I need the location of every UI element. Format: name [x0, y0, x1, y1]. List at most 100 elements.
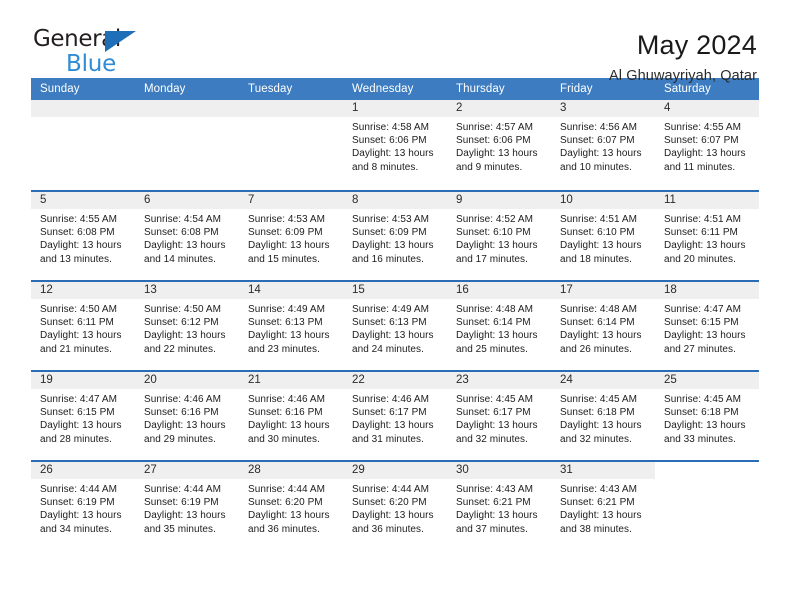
- day-number: 19: [31, 372, 135, 389]
- daylight-text-line2: and 33 minutes.: [664, 433, 736, 445]
- day-details: Sunrise: 4:51 AM Sunset: 6:10 PM Daylight:…: [551, 209, 655, 266]
- weekday-header-saturday: Saturday: [664, 83, 711, 95]
- sunset-text: Sunset: 6:19 PM: [40, 497, 115, 509]
- day-details: Sunrise: 4:57 AM Sunset: 6:06 PM Daylight:…: [447, 117, 551, 174]
- calendar-day-cell[interactable]: 17 Sunrise: 4:48 AM Sunset: 6:14 PM Dayligh…: [551, 282, 655, 370]
- sunset-text: Sunset: 6:07 PM: [664, 135, 739, 147]
- day-details: Sunrise: 4:53 AM Sunset: 6:09 PM Daylight:…: [239, 209, 343, 266]
- daylight-text-line1: Daylight: 13 hours: [560, 420, 642, 432]
- sunset-text: Sunset: 6:13 PM: [248, 317, 323, 329]
- sunset-text: Sunset: 6:16 PM: [144, 407, 219, 419]
- daylight-text-line2: and 11 minutes.: [664, 161, 736, 173]
- day-details: Sunrise: 4:48 AM Sunset: 6:14 PM Daylight:…: [447, 299, 551, 356]
- calendar-day-cell[interactable]: 4 Sunrise: 4:55 AM Sunset: 6:07 PM Daylight…: [655, 100, 759, 190]
- day-number: [31, 100, 135, 117]
- day-number: 15: [343, 282, 447, 299]
- calendar-day-cell[interactable]: 5 Sunrise: 4:55 AM Sunset: 6:08 PM Daylight…: [31, 192, 135, 280]
- calendar-day-cell[interactable]: 29 Sunrise: 4:44 AM Sunset: 6:20 PM Dayligh…: [343, 462, 447, 550]
- calendar-day-cell[interactable]: 16 Sunrise: 4:48 AM Sunset: 6:14 PM Dayligh…: [447, 282, 551, 370]
- sunrise-text: Sunrise: 4:49 AM: [352, 304, 429, 315]
- daylight-text-line1: Daylight: 13 hours: [248, 330, 330, 342]
- sunrise-text: Sunrise: 4:52 AM: [456, 214, 533, 225]
- day-number: 6: [135, 192, 239, 209]
- day-number: 23: [447, 372, 551, 389]
- sunset-text: Sunset: 6:17 PM: [352, 407, 427, 419]
- calendar-day-cell[interactable]: 14 Sunrise: 4:49 AM Sunset: 6:13 PM Dayligh…: [239, 282, 343, 370]
- calendar-day-cell[interactable]: 22 Sunrise: 4:46 AM Sunset: 6:17 PM Dayligh…: [343, 372, 447, 460]
- daylight-text-line2: and 31 minutes.: [352, 433, 424, 445]
- sunrise-text: Sunrise: 4:48 AM: [456, 304, 533, 315]
- calendar-day-cell[interactable]: 2 Sunrise: 4:57 AM Sunset: 6:06 PM Daylight…: [447, 100, 551, 190]
- calendar-day-cell[interactable]: 12 Sunrise: 4:50 AM Sunset: 6:11 PM Dayligh…: [31, 282, 135, 370]
- sunset-text: Sunset: 6:10 PM: [456, 227, 531, 239]
- weekday-header-wednesday: Wednesday: [352, 83, 414, 95]
- day-details: Sunrise: 4:50 AM Sunset: 6:12 PM Daylight:…: [135, 299, 239, 356]
- day-details: Sunrise: 4:54 AM Sunset: 6:08 PM Daylight:…: [135, 209, 239, 266]
- day-details: Sunrise: 4:43 AM Sunset: 6:21 PM Daylight:…: [551, 479, 655, 536]
- calendar-day-cell[interactable]: 15 Sunrise: 4:49 AM Sunset: 6:13 PM Dayligh…: [343, 282, 447, 370]
- day-number: 20: [135, 372, 239, 389]
- calendar-day-cell[interactable]: 27 Sunrise: 4:44 AM Sunset: 6:19 PM Dayligh…: [135, 462, 239, 550]
- sunrise-text: Sunrise: 4:51 AM: [664, 214, 741, 225]
- day-number: 18: [655, 282, 759, 299]
- day-number-placeholder: [655, 462, 759, 479]
- calendar-day-cell[interactable]: 24 Sunrise: 4:45 AM Sunset: 6:18 PM Dayligh…: [551, 372, 655, 460]
- daylight-text-line2: and 9 minutes.: [456, 161, 523, 173]
- sunset-text: Sunset: 6:09 PM: [352, 227, 427, 239]
- daylight-text-line1: Daylight: 13 hours: [40, 420, 122, 432]
- daylight-text-line2: and 36 minutes.: [248, 523, 320, 535]
- daylight-text-line1: Daylight: 13 hours: [664, 330, 746, 342]
- calendar-day-cell[interactable]: 9 Sunrise: 4:52 AM Sunset: 6:10 PM Daylight…: [447, 192, 551, 280]
- sunrise-text: Sunrise: 4:45 AM: [664, 394, 741, 405]
- calendar-day-cell[interactable]: 30 Sunrise: 4:43 AM Sunset: 6:21 PM Dayligh…: [447, 462, 551, 550]
- sunrise-text: Sunrise: 4:43 AM: [560, 484, 637, 495]
- sunrise-text: Sunrise: 4:53 AM: [248, 214, 325, 225]
- sunset-text: Sunset: 6:15 PM: [40, 407, 115, 419]
- daylight-text-line1: Daylight: 13 hours: [144, 420, 226, 432]
- calendar-weeks: 1 Sunrise: 4:58 AM Sunset: 6:06 PM Daylight…: [31, 100, 759, 550]
- calendar-day-cell[interactable]: 10 Sunrise: 4:51 AM Sunset: 6:10 PM Dayligh…: [551, 192, 655, 280]
- calendar-day-cell[interactable]: 18 Sunrise: 4:47 AM Sunset: 6:15 PM Dayligh…: [655, 282, 759, 370]
- calendar-day-cell[interactable]: 11 Sunrise: 4:51 AM Sunset: 6:11 PM Dayligh…: [655, 192, 759, 280]
- calendar-day-cell[interactable]: 7 Sunrise: 4:53 AM Sunset: 6:09 PM Daylight…: [239, 192, 343, 280]
- calendar-day-cell[interactable]: 26 Sunrise: 4:44 AM Sunset: 6:19 PM Dayligh…: [31, 462, 135, 550]
- sunset-text: Sunset: 6:08 PM: [144, 227, 219, 239]
- calendar-day-cell[interactable]: 23 Sunrise: 4:45 AM Sunset: 6:17 PM Dayligh…: [447, 372, 551, 460]
- weekday-header-friday: Friday: [560, 83, 593, 95]
- calendar-day-cell[interactable]: 28 Sunrise: 4:44 AM Sunset: 6:20 PM Dayligh…: [239, 462, 343, 550]
- daylight-text-line1: Daylight: 13 hours: [352, 510, 434, 522]
- calendar-day-cell[interactable]: 31 Sunrise: 4:43 AM Sunset: 6:21 PM Dayligh…: [551, 462, 655, 550]
- calendar-day-cell[interactable]: 19 Sunrise: 4:47 AM Sunset: 6:15 PM Dayligh…: [31, 372, 135, 460]
- calendar-day-cell[interactable]: 8 Sunrise: 4:53 AM Sunset: 6:09 PM Daylight…: [343, 192, 447, 280]
- calendar-day-cell[interactable]: 3 Sunrise: 4:56 AM Sunset: 6:07 PM Daylight…: [551, 100, 655, 190]
- calendar-day-cell[interactable]: 6 Sunrise: 4:54 AM Sunset: 6:08 PM Daylight…: [135, 192, 239, 280]
- daylight-text-line1: Daylight: 13 hours: [352, 420, 434, 432]
- day-details: Sunrise: 4:49 AM Sunset: 6:13 PM Daylight:…: [239, 299, 343, 356]
- sunset-text: Sunset: 6:10 PM: [560, 227, 635, 239]
- day-details: Sunrise: 4:52 AM Sunset: 6:10 PM Daylight:…: [447, 209, 551, 266]
- calendar-day-cell[interactable]: 13 Sunrise: 4:50 AM Sunset: 6:12 PM Dayligh…: [135, 282, 239, 370]
- daylight-text-line1: Daylight: 13 hours: [144, 240, 226, 252]
- day-number: 1: [343, 100, 447, 117]
- day-number: 21: [239, 372, 343, 389]
- sunrise-text: Sunrise: 4:48 AM: [560, 304, 637, 315]
- day-number: 24: [551, 372, 655, 389]
- calendar-day-cell[interactable]: 25 Sunrise: 4:45 AM Sunset: 6:18 PM Dayligh…: [655, 372, 759, 460]
- day-number: 26: [31, 462, 135, 479]
- calendar-day-cell[interactable]: 1 Sunrise: 4:58 AM Sunset: 6:06 PM Daylight…: [343, 100, 447, 190]
- page-header: General Blue May 2024 Al Ghuwayriyah, Qa…: [0, 0, 792, 85]
- calendar-day-cell[interactable]: 21 Sunrise: 4:46 AM Sunset: 6:16 PM Dayligh…: [239, 372, 343, 460]
- daylight-text-line1: Daylight: 13 hours: [456, 420, 538, 432]
- daylight-text-line1: Daylight: 13 hours: [456, 240, 538, 252]
- general-blue-logo[interactable]: General Blue: [33, 28, 163, 80]
- day-details: Sunrise: 4:45 AM Sunset: 6:18 PM Daylight:…: [655, 389, 759, 446]
- daylight-text-line1: Daylight: 13 hours: [248, 510, 330, 522]
- day-details: Sunrise: 4:55 AM Sunset: 6:07 PM Daylight:…: [655, 117, 759, 174]
- sunrise-text: Sunrise: 4:50 AM: [40, 304, 117, 315]
- sunset-text: Sunset: 6:11 PM: [664, 227, 738, 239]
- sunrise-text: Sunrise: 4:44 AM: [352, 484, 429, 495]
- calendar-day-cell[interactable]: 20 Sunrise: 4:46 AM Sunset: 6:16 PM Dayligh…: [135, 372, 239, 460]
- logo-text-blue: Blue: [66, 51, 117, 77]
- daylight-text-line2: and 35 minutes.: [144, 523, 216, 535]
- day-number: [135, 100, 239, 117]
